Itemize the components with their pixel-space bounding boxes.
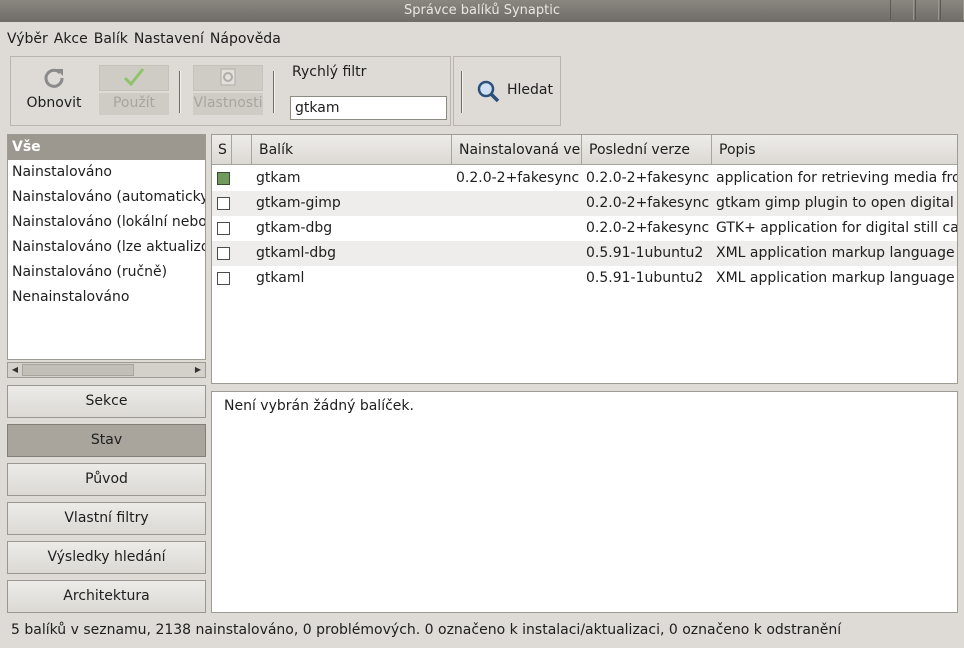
status-checkbox[interactable] xyxy=(217,197,230,210)
installed-version xyxy=(456,191,580,216)
filter-item-installed[interactable]: Nainstalováno xyxy=(8,160,205,185)
package-description: XML application markup language for GTK+ xyxy=(716,270,957,286)
minimize-button[interactable] xyxy=(890,0,914,20)
filter-item-installed-local[interactable]: Nainstalováno (lokální nebo zastaralé) xyxy=(8,210,205,235)
reload-label: Obnovit xyxy=(26,95,82,111)
search-button[interactable]: Hledat xyxy=(468,67,556,115)
status-cell[interactable] xyxy=(212,266,232,291)
menu-package[interactable]: Balík xyxy=(94,31,128,47)
latest-version: 0.2.0-2+fakesync xyxy=(586,195,710,211)
toolbar: Obnovit Použít Vlastnosti Rychlý filtr xyxy=(10,56,451,126)
column-status[interactable]: S xyxy=(212,135,232,165)
filter-item-all[interactable]: Vše xyxy=(8,135,205,160)
installed-version xyxy=(456,241,580,266)
toolbar-separator xyxy=(461,71,463,113)
package-name: gtkam-gimp xyxy=(256,195,341,211)
package-description: application for retrieving media from di… xyxy=(716,170,957,186)
status-cell[interactable] xyxy=(212,166,232,191)
scroll-left-icon[interactable]: ◀ xyxy=(9,364,21,376)
status-button[interactable]: Stav xyxy=(7,424,206,457)
menu-settings[interactable]: Nastavení xyxy=(134,31,204,47)
installed-version xyxy=(456,216,580,241)
status-cell[interactable] xyxy=(212,191,232,216)
package-details: Není vybrán žádný balíček. xyxy=(211,391,958,613)
table-row[interactable]: gtkam 0.2.0-2+fakesync 0.2.0-2+fakesync app… xyxy=(212,166,957,191)
column-support[interactable] xyxy=(232,135,252,165)
close-button[interactable] xyxy=(940,0,964,20)
menubar: Výběr Akce Balík Nastavení Nápověda xyxy=(0,28,964,50)
column-description[interactable]: Popis xyxy=(712,135,957,165)
architecture-button[interactable]: Architektura xyxy=(7,580,206,613)
latest-version: 0.2.0-2+fakesync xyxy=(586,220,710,236)
toolbar-separator xyxy=(179,71,181,113)
table-row[interactable]: gtkaml-dbg 0.5.91-1ubuntu2 XML application… xyxy=(212,241,957,266)
filter-item-not-installed[interactable]: Nenainstalováno xyxy=(8,285,205,310)
package-name: gtkam-dbg xyxy=(256,220,333,236)
package-description: gtkam gimp plugin to open digital camera… xyxy=(716,195,957,211)
status-bar: 5 balíků v seznamu, 2138 nainstalováno, … xyxy=(11,622,842,638)
apply-label: Použít xyxy=(112,95,156,111)
properties-button[interactable]: Vlastnosti xyxy=(193,59,263,125)
properties-label: Vlastnosti xyxy=(193,95,263,111)
checkmark-icon xyxy=(123,68,145,87)
properties-icon xyxy=(220,68,236,86)
maximize-button[interactable] xyxy=(915,0,939,20)
status-checkbox[interactable] xyxy=(217,247,230,260)
custom-filters-button[interactable]: Vlastní filtry xyxy=(7,502,206,535)
package-table: S Balík Nainstalovaná verze Poslední ver… xyxy=(211,134,958,384)
table-row[interactable]: gtkaml 0.5.91-1ubuntu2 XML application mar… xyxy=(212,266,957,291)
search-results-button[interactable]: Výsledky hledání xyxy=(7,541,206,574)
filter-item-installed-manual[interactable]: Nainstalováno (ručně) xyxy=(8,260,205,285)
search-label: Hledat xyxy=(507,82,553,98)
status-checkbox[interactable] xyxy=(217,172,230,185)
window-titlebar: Správce balíků Synaptic xyxy=(0,0,964,22)
filter-list-scrollbar[interactable]: ◀ ▶ xyxy=(7,362,206,378)
status-cell[interactable] xyxy=(212,241,232,266)
search-toolbar: Hledat xyxy=(453,56,561,126)
installed-version xyxy=(456,266,580,291)
package-name: gtkaml-dbg xyxy=(256,245,337,261)
latest-version: 0.2.0-2+fakesync xyxy=(586,170,710,186)
toolbar-separator xyxy=(273,71,275,113)
column-package[interactable]: Balík xyxy=(252,135,452,165)
reload-button[interactable]: Obnovit xyxy=(19,59,89,125)
scroll-right-icon[interactable]: ▶ xyxy=(192,364,204,376)
filter-list: Vše Nainstalováno Nainstalováno (automat… xyxy=(7,134,206,360)
table-row[interactable]: gtkam-gimp 0.2.0-2+fakesync gtkam gimp plu… xyxy=(212,191,957,216)
details-text: Není vybrán žádný balíček. xyxy=(224,398,414,414)
package-name: gtkaml xyxy=(256,270,305,286)
origin-button[interactable]: Původ xyxy=(7,463,206,496)
package-description: GTK+ application for digital still camer… xyxy=(716,220,958,236)
latest-version: 0.5.91-1ubuntu2 xyxy=(586,270,704,286)
menu-select[interactable]: Výběr xyxy=(7,31,48,47)
quick-filter-input[interactable] xyxy=(290,96,447,120)
package-name: gtkam xyxy=(256,170,301,186)
package-description: XML application markup language for GTK+ xyxy=(716,245,957,261)
menu-actions[interactable]: Akce xyxy=(54,31,88,47)
search-icon xyxy=(477,80,500,103)
table-header: S Balík Nainstalovaná verze Poslední ver… xyxy=(212,135,957,165)
window-title: Správce balíků Synaptic xyxy=(404,3,560,18)
sections-button[interactable]: Sekce xyxy=(7,385,206,418)
scrollbar-thumb[interactable] xyxy=(22,364,134,376)
status-checkbox[interactable] xyxy=(217,222,230,235)
apply-button[interactable]: Použít xyxy=(99,59,169,125)
status-checkbox[interactable] xyxy=(217,272,230,285)
column-latest-version[interactable]: Poslední verze xyxy=(582,135,712,165)
menu-help[interactable]: Nápověda xyxy=(210,31,281,47)
installed-version: 0.2.0-2+fakesync xyxy=(456,170,580,186)
quick-filter-label: Rychlý filtr xyxy=(292,64,367,80)
table-row[interactable]: gtkam-dbg 0.2.0-2+fakesync GTK+ applicatio… xyxy=(212,216,957,241)
filter-item-upgradable[interactable]: Nainstalováno (lze aktualizovat) xyxy=(8,235,205,260)
status-cell[interactable] xyxy=(212,216,232,241)
column-installed-version[interactable]: Nainstalovaná verze xyxy=(452,135,582,165)
latest-version: 0.5.91-1ubuntu2 xyxy=(586,245,704,261)
reload-icon xyxy=(44,68,64,88)
filter-item-installed-auto[interactable]: Nainstalováno (automaticky) xyxy=(8,185,205,210)
